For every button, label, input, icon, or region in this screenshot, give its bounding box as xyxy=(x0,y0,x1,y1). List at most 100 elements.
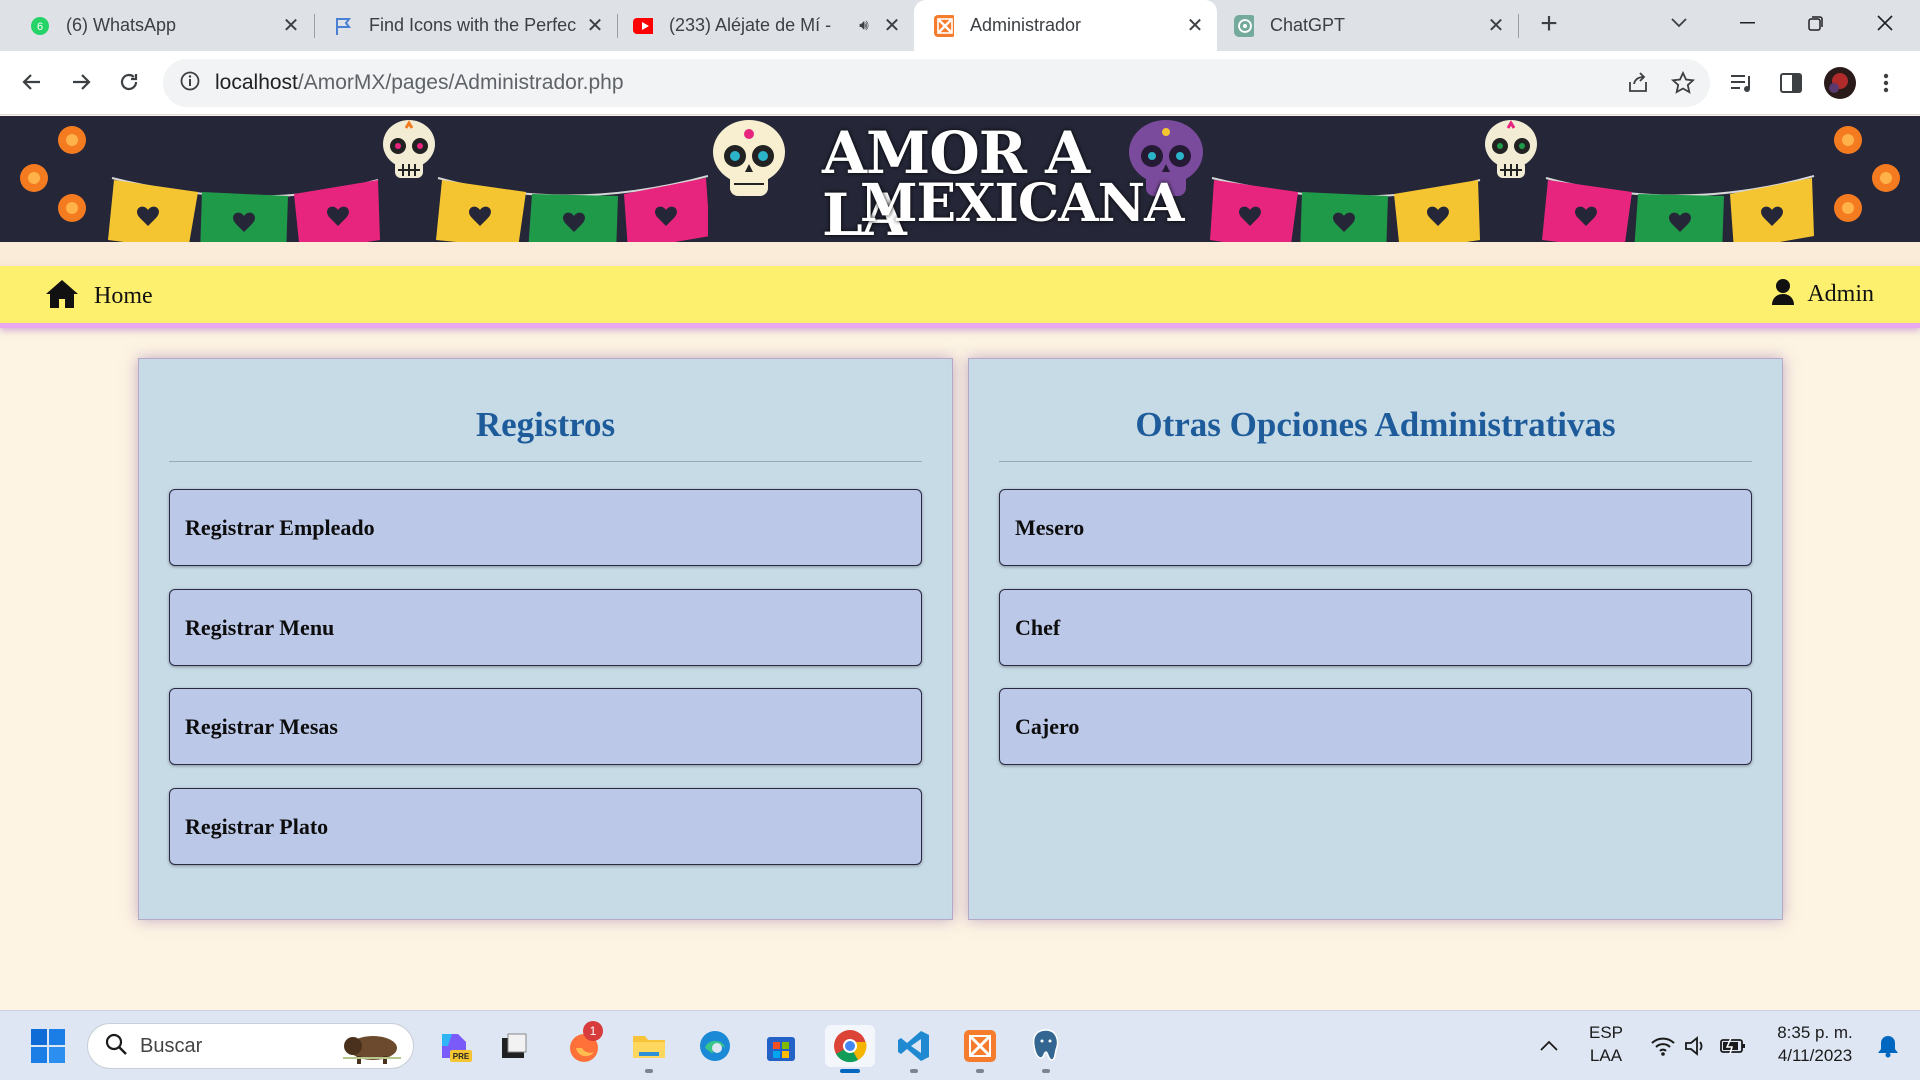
papel-picado-garland-icon xyxy=(108,175,708,242)
svg-text:6: 6 xyxy=(37,21,43,33)
tab-administrador[interactable]: Administrador ✕ xyxy=(914,0,1217,51)
reload-icon[interactable] xyxy=(111,64,147,100)
windows-start-icon[interactable] xyxy=(27,1025,69,1067)
language-code: ESP xyxy=(1588,1023,1624,1042)
papel-picado-garland-icon xyxy=(1210,175,1815,242)
close-icon[interactable]: ✕ xyxy=(585,15,605,37)
tab-label: Administrador xyxy=(970,15,1082,35)
xampp-icon xyxy=(934,14,954,37)
show-hidden-icons-chevron-icon[interactable] xyxy=(1528,1025,1570,1067)
copilot-pre-icon[interactable]: PRE xyxy=(433,1025,475,1067)
running-indicator xyxy=(840,1069,860,1073)
tab-separator xyxy=(1518,14,1519,38)
avatar[interactable] xyxy=(1822,65,1858,101)
tab-youtube[interactable]: (233) Aléjate de Mí - 🔊︎ ✕ xyxy=(618,0,914,51)
browser-tab-strip: 6 (6) WhatsApp ✕ Find Icons with the Per… xyxy=(0,0,1920,51)
chatgpt-icon xyxy=(1234,14,1254,37)
time-text: 8:35 p. m. xyxy=(1777,1023,1853,1042)
divider xyxy=(169,461,922,462)
input-language-indicator[interactable]: ESP LAA xyxy=(1578,1021,1634,1067)
windows-taskbar: Buscar PRE 1 ESP LAA 8:35 p. m. 4/11/202… xyxy=(0,1010,1920,1080)
postgresql-icon[interactable] xyxy=(1025,1025,1067,1073)
registrar-mesas-button[interactable]: Registrar Mesas xyxy=(169,688,922,765)
youtube-icon xyxy=(633,16,653,36)
running-indicator xyxy=(645,1069,653,1073)
tab-chatgpt[interactable]: ChatGPT ✕ xyxy=(1218,0,1518,51)
clock[interactable]: 8:35 p. m. 4/11/2023 xyxy=(1762,1021,1868,1067)
back-icon[interactable] xyxy=(14,64,50,100)
home-label: Home xyxy=(94,282,153,309)
info-icon[interactable] xyxy=(179,70,201,97)
edge-icon[interactable] xyxy=(694,1025,736,1067)
bison-highlight-icon xyxy=(339,1028,405,1071)
url-host: localhost xyxy=(215,71,298,94)
new-tab-button[interactable]: + xyxy=(1531,9,1567,41)
taskbar-search-box[interactable]: Buscar xyxy=(87,1023,414,1069)
keyboard-layout: LAA xyxy=(1589,1046,1623,1065)
window-app-icon[interactable] xyxy=(493,1025,535,1067)
header-banner: AMOR A LA MEXICANA xyxy=(0,116,1920,242)
vscode-icon[interactable] xyxy=(893,1025,935,1073)
firefox-icon[interactable]: 1 xyxy=(563,1021,605,1067)
user-icon xyxy=(1771,278,1795,311)
restore-icon[interactable] xyxy=(1791,8,1841,38)
chrome-icon[interactable] xyxy=(825,1025,875,1073)
divider xyxy=(999,461,1752,462)
forward-icon[interactable] xyxy=(63,64,99,100)
registrar-empleado-button[interactable]: Registrar Empleado xyxy=(169,489,922,566)
logo-line-2: MEXICANA xyxy=(860,173,1184,234)
reading-list-icon[interactable] xyxy=(1727,68,1757,98)
volume-icon[interactable] xyxy=(1674,1025,1716,1067)
close-icon[interactable]: ✕ xyxy=(882,15,902,37)
marigold-flowers-icon xyxy=(20,126,86,222)
share-icon[interactable] xyxy=(1626,71,1650,100)
admin-label: Admin xyxy=(1807,280,1874,307)
running-indicator xyxy=(976,1069,984,1073)
mesero-button[interactable]: Mesero xyxy=(999,489,1752,566)
sugar-skull-icon xyxy=(383,120,435,178)
tab-label: ChatGPT xyxy=(1270,15,1346,35)
date-text: 4/11/2023 xyxy=(1777,1046,1853,1065)
browser-toolbar: localhost/AmorMX/pages/Administrador.php xyxy=(0,51,1920,115)
menu-kebab-icon[interactable] xyxy=(1871,68,1901,98)
tab-search-chevron-icon[interactable] xyxy=(1654,8,1704,38)
search-placeholder: Buscar xyxy=(140,1034,203,1057)
xampp-taskbar-icon[interactable] xyxy=(959,1025,1001,1073)
registrar-menu-button[interactable]: Registrar Menu xyxy=(169,589,922,666)
brand-logo: AMOR A LA MEXICANA xyxy=(812,122,1184,242)
registros-panel: Registros Registrar Empleado Registrar M… xyxy=(138,358,953,920)
tab-find-icons[interactable]: Find Icons with the Perfec ✕ xyxy=(315,0,617,51)
cajero-button[interactable]: Cajero xyxy=(999,688,1752,765)
running-indicator xyxy=(910,1069,918,1073)
close-icon[interactable]: ✕ xyxy=(281,15,301,37)
admin-link[interactable]: Admin xyxy=(1771,276,1874,312)
marigold-flowers-icon xyxy=(1834,126,1900,222)
home-link[interactable]: Home xyxy=(44,278,153,314)
file-explorer-icon[interactable] xyxy=(628,1025,670,1073)
tab-label: (6) WhatsApp xyxy=(66,15,177,35)
search-icon xyxy=(104,1032,128,1061)
address-bar[interactable]: localhost/AmorMX/pages/Administrador.php xyxy=(163,59,1710,107)
registros-title: Registros xyxy=(475,405,616,444)
chef-button[interactable]: Chef xyxy=(999,589,1752,666)
top-navbar: Home Admin xyxy=(0,266,1920,328)
bookmark-star-icon[interactable] xyxy=(1670,70,1696,101)
running-indicator xyxy=(1042,1069,1050,1073)
registrar-plato-button[interactable]: Registrar Plato xyxy=(169,788,922,865)
microsoft-store-icon[interactable] xyxy=(760,1025,802,1067)
banner-bottom-strip xyxy=(0,242,1920,268)
minimize-icon[interactable] xyxy=(1723,8,1773,38)
sugar-skull-icon xyxy=(713,120,785,196)
speaker-icon[interactable]: 🔊︎ xyxy=(854,16,874,36)
notification-badge: 1 xyxy=(583,1021,603,1041)
tab-whatsapp[interactable]: 6 (6) WhatsApp ✕ xyxy=(0,0,313,51)
notification-bell-icon[interactable] xyxy=(1867,1025,1909,1067)
otras-opciones-panel: Otras Opciones Administrativas Mesero Ch… xyxy=(968,358,1783,920)
close-icon[interactable]: ✕ xyxy=(1486,15,1506,37)
side-panel-icon[interactable] xyxy=(1776,68,1806,98)
close-window-icon[interactable] xyxy=(1860,8,1910,38)
tab-label: (233) Aléjate de Mí - xyxy=(669,15,832,35)
close-icon[interactable]: ✕ xyxy=(1185,15,1205,37)
battery-icon[interactable] xyxy=(1712,1025,1754,1067)
flag-icon xyxy=(333,16,353,36)
